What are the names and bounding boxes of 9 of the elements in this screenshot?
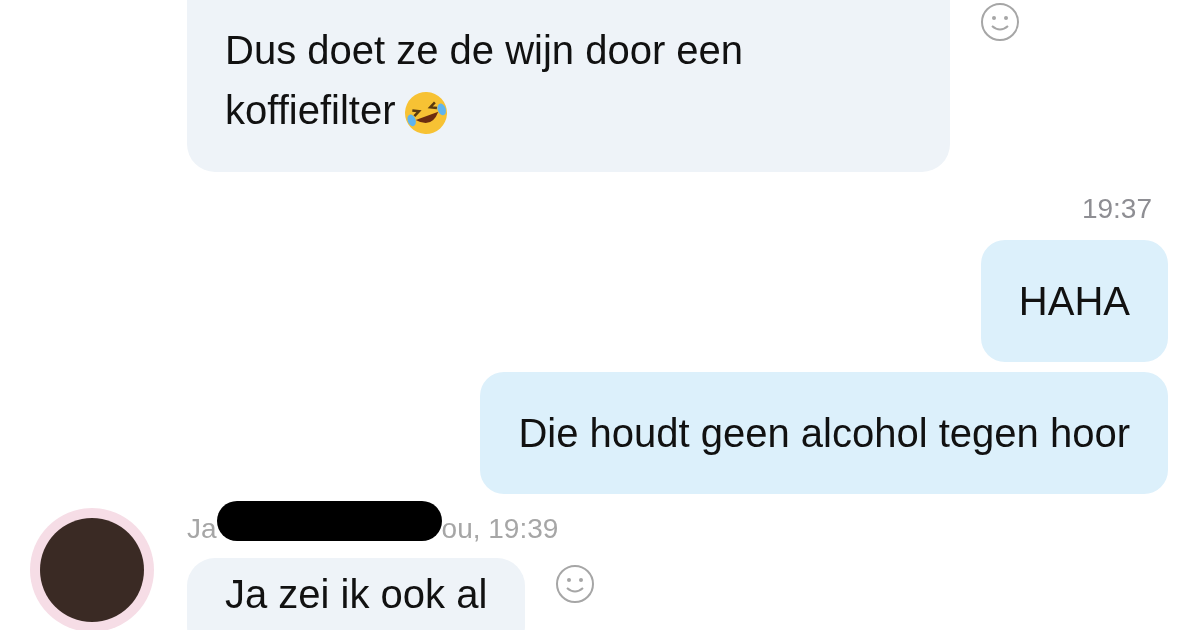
smiley-reaction-icon[interactable] <box>980 2 1020 42</box>
sender-name: Ja <box>187 512 217 546</box>
message-bubble: Die houdt geen alcohol tegen hoor <box>480 372 1168 494</box>
message-time: 19:37 <box>1081 192 1152 226</box>
smiley-reaction-icon[interactable] <box>555 564 596 604</box>
message-bubble: HAHA <box>980 240 1168 362</box>
message-time: ou, 19:39 <box>441 512 559 546</box>
message-bubble: Ja zei ik ook al <box>187 558 526 630</box>
message-bubble: Dus doet ze de wijn door een koffiefilter <box>187 0 950 172</box>
